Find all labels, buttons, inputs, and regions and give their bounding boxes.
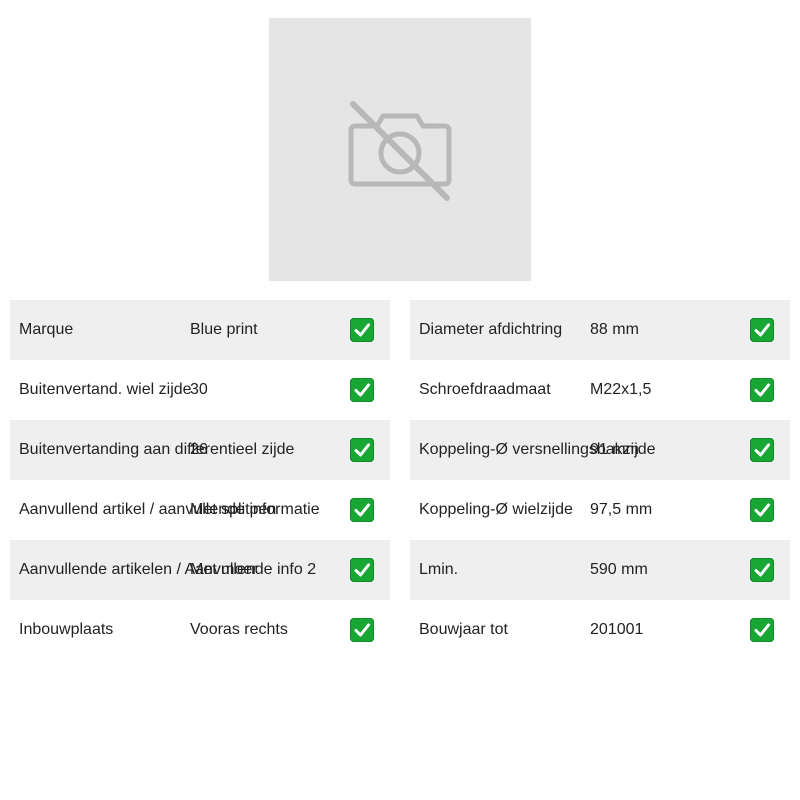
spec-label: Inbouwplaats bbox=[19, 621, 114, 638]
spec-row: Buitenvertand. wiel zijde 30 bbox=[10, 360, 390, 420]
spec-label: Buitenvertanding aan differentieel zijde bbox=[19, 441, 295, 458]
spec-table-right: Diameter afdichtring 88 mm Schroefdraadm… bbox=[410, 300, 790, 660]
check-icon bbox=[750, 498, 774, 522]
spec-label: Koppeling-Ø wielzijde bbox=[419, 501, 573, 518]
check-icon bbox=[350, 618, 374, 642]
spec-row: Bouwjaar tot 201001 bbox=[410, 600, 790, 660]
product-image-placeholder bbox=[269, 18, 531, 281]
spec-row: Aanvullende artikelen / Aanvullende info… bbox=[10, 540, 390, 600]
spec-row: Koppeling-Ø wielzijde 97,5 mm bbox=[410, 480, 790, 540]
spec-row: Schroefdraadmaat M22x1,5 bbox=[410, 360, 790, 420]
spec-value: Vooras rechts bbox=[190, 621, 288, 638]
spec-row: Aanvullend artikel / aanvullende informa… bbox=[10, 480, 390, 540]
check-icon bbox=[350, 498, 374, 522]
spec-row: Buitenvertanding aan differentieel zijde… bbox=[10, 420, 390, 480]
check-icon bbox=[350, 438, 374, 462]
camera-off-icon bbox=[348, 101, 452, 201]
check-icon bbox=[350, 318, 374, 342]
check-icon bbox=[350, 378, 374, 402]
spec-label: Buitenvertand. wiel zijde bbox=[19, 381, 192, 398]
spec-row: Inbouwplaats Vooras rechts bbox=[10, 600, 390, 660]
spec-row: Diameter afdichtring 88 mm bbox=[410, 300, 790, 360]
spec-value: 26 bbox=[190, 441, 208, 458]
check-icon bbox=[750, 618, 774, 642]
check-icon bbox=[750, 558, 774, 582]
spec-row: Koppeling-Ø versnellingsbakzijde 91 mm bbox=[410, 420, 790, 480]
spec-label: Diameter afdichtring bbox=[419, 321, 563, 338]
spec-label: Aanvullende artikelen / Aanvullende info… bbox=[19, 561, 317, 578]
spec-value: Met splitpen bbox=[190, 501, 277, 518]
spec-row: Lmin. 590 mm bbox=[410, 540, 790, 600]
spec-value: 590 mm bbox=[590, 561, 648, 578]
spec-value: 201001 bbox=[590, 621, 644, 638]
check-icon bbox=[750, 378, 774, 402]
spec-value: M22x1,5 bbox=[590, 381, 652, 398]
spec-value: Met moer bbox=[190, 561, 258, 578]
check-icon bbox=[350, 558, 374, 582]
spec-row: Marque Blue print bbox=[10, 300, 390, 360]
spec-value: 88 mm bbox=[590, 321, 639, 338]
spec-label: Schroefdraadmaat bbox=[419, 381, 551, 398]
spec-label: Marque bbox=[19, 321, 74, 338]
spec-value: 30 bbox=[190, 381, 208, 398]
spec-table-left: Marque Blue print Buitenvertand. wiel zi… bbox=[10, 300, 390, 660]
check-icon bbox=[750, 438, 774, 462]
spec-value: 91 mm bbox=[590, 441, 639, 458]
spec-label: Bouwjaar tot bbox=[419, 621, 508, 638]
check-icon bbox=[750, 318, 774, 342]
spec-label: Lmin. bbox=[419, 561, 459, 578]
spec-value: Blue print bbox=[190, 321, 258, 338]
spec-value: 97,5 mm bbox=[590, 501, 653, 518]
